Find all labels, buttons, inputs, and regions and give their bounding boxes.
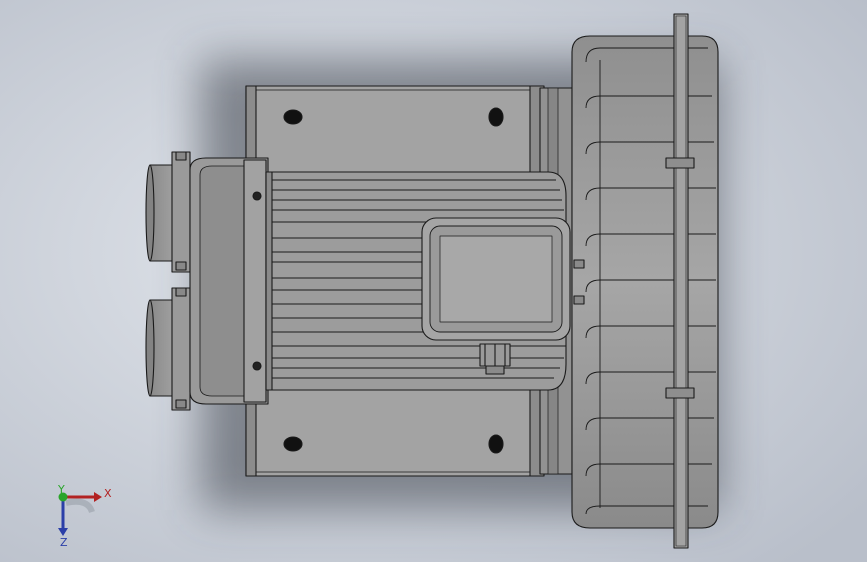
inlet-port	[145, 151, 191, 273]
z-axis-label: Z	[60, 536, 68, 549]
y-axis-label: Y	[57, 483, 65, 496]
terminal-box	[421, 217, 571, 341]
mount-hole-icon	[283, 436, 303, 452]
cad-viewport[interactable]: X Y Z	[0, 0, 867, 562]
bolt-icon	[252, 361, 262, 371]
mount-hole-icon	[488, 107, 504, 127]
bolt-icon	[252, 191, 262, 201]
motor-end-cap	[189, 157, 269, 405]
mount-hole-icon	[488, 434, 504, 454]
x-axis-label: X	[104, 487, 112, 500]
impeller-casing	[571, 13, 719, 549]
outlet-port	[145, 287, 191, 411]
cad-model-view: X Y Z	[0, 0, 867, 562]
mount-hole-icon	[283, 109, 303, 125]
